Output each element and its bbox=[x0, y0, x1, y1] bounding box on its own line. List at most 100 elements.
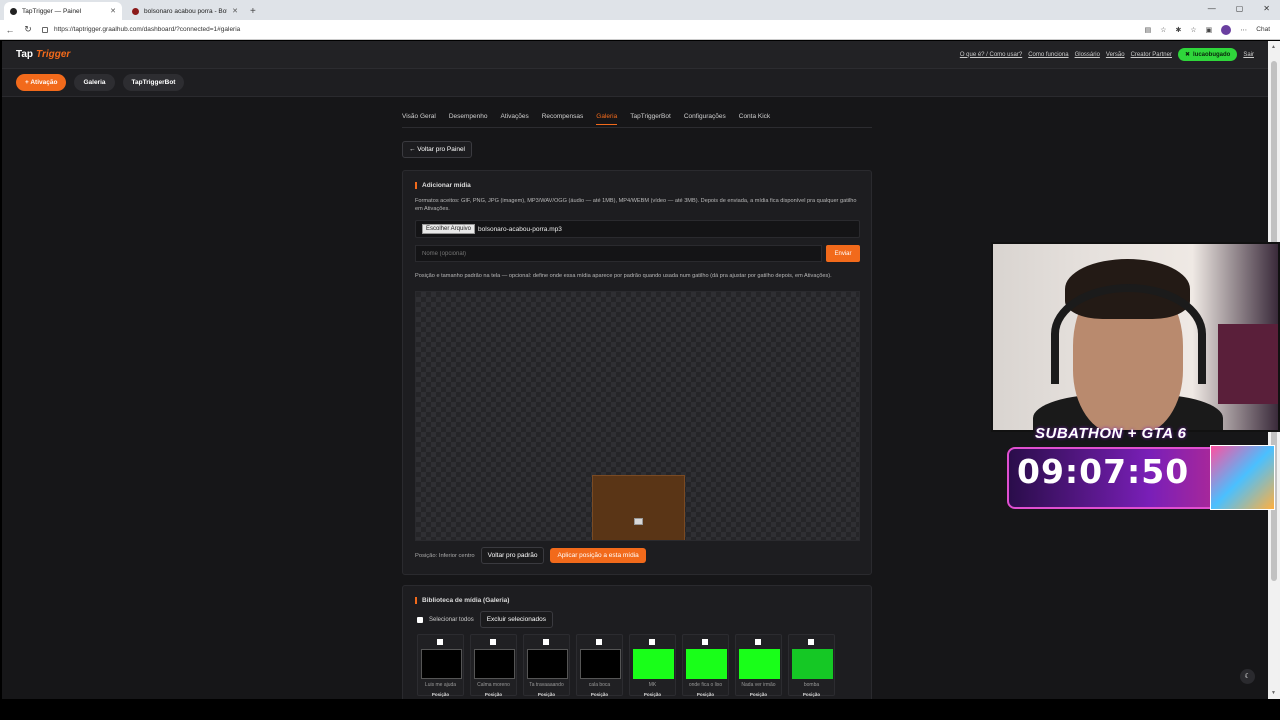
media-item[interactable]: Calma moreno Posição bbox=[470, 634, 517, 697]
media-checkbox[interactable] bbox=[490, 639, 496, 645]
media-checkbox[interactable] bbox=[649, 639, 655, 645]
media-checkbox[interactable] bbox=[755, 639, 761, 645]
link-what-is[interactable]: O que é? / Como usar? bbox=[960, 52, 1022, 58]
link-glossary[interactable]: Glossário bbox=[1075, 52, 1100, 58]
media-name: Nada ver irmão bbox=[741, 682, 776, 688]
chat-button[interactable]: Chat bbox=[1256, 26, 1270, 33]
site-header: Tap Trigger O que é? / Como usar? Como fu… bbox=[2, 41, 1268, 69]
media-item[interactable]: bomba Posição bbox=[788, 634, 835, 697]
back-arrow-icon[interactable]: ← bbox=[2, 25, 18, 35]
favorites-icon[interactable]: ☆ bbox=[1190, 26, 1196, 34]
site-info-icon[interactable] bbox=[42, 26, 48, 33]
media-item[interactable]: MK Posição bbox=[629, 634, 676, 697]
media-item[interactable]: cala boca Posição bbox=[576, 634, 623, 697]
link-version[interactable]: Versão bbox=[1106, 52, 1125, 58]
profile-avatar[interactable] bbox=[1221, 24, 1232, 35]
tab-settings[interactable]: Configurações bbox=[684, 113, 726, 125]
select-all-checkbox[interactable] bbox=[417, 616, 423, 623]
close-tab-icon[interactable]: ✕ bbox=[232, 7, 238, 15]
media-thumbnail bbox=[580, 649, 621, 679]
reload-icon[interactable]: ↻ bbox=[20, 24, 36, 35]
moon-icon[interactable]: ☾ bbox=[1240, 669, 1255, 684]
media-thumbnail bbox=[739, 649, 780, 679]
link-creator-partner[interactable]: Creator Partner bbox=[1131, 52, 1172, 58]
media-name: onde fica o lixo bbox=[688, 682, 723, 688]
menu-icon[interactable]: ⋯ bbox=[1240, 26, 1247, 34]
add-media-card: Adicionar mídia Formatos aceitos: GIF, P… bbox=[402, 170, 872, 575]
media-item[interactable]: Nada ver irmão Posição bbox=[735, 634, 782, 697]
collections-icon[interactable]: ▣ bbox=[1206, 26, 1213, 34]
media-thumbnail bbox=[527, 649, 568, 679]
bot-button[interactable]: TapTriggerBot bbox=[122, 74, 185, 91]
tab-overview[interactable]: Visão Geral bbox=[402, 113, 436, 125]
extensions-icon[interactable]: ✱ bbox=[1175, 26, 1181, 34]
reader-icon[interactable]: ▤ bbox=[1145, 26, 1152, 34]
tab-title: bolsonaro acabou porra - Botão d bbox=[144, 7, 227, 15]
delete-selected-button[interactable]: Excluir selecionados bbox=[479, 611, 553, 628]
media-item[interactable]: Ta travaaaando Posição bbox=[523, 634, 570, 697]
position-description: Posição e tamanho padrão na tela — opcio… bbox=[415, 273, 832, 279]
url-field[interactable]: https://taptrigger.graalhub.com/dashboar… bbox=[42, 26, 1145, 33]
selected-file-name: bolsonaro-acabou-porra.mp3 bbox=[478, 225, 562, 233]
logout-link[interactable]: Sair bbox=[1243, 52, 1254, 58]
media-item[interactable]: onde fica o lixo Posição bbox=[682, 634, 729, 697]
logo-part-a: Tap bbox=[16, 49, 34, 60]
media-position-box[interactable] bbox=[592, 475, 685, 540]
gallery-button[interactable]: Galeria bbox=[74, 74, 115, 91]
media-name: bomba bbox=[803, 682, 820, 688]
name-row: Enviar bbox=[415, 245, 860, 262]
tab-title: TapTrigger — Painel bbox=[22, 7, 82, 15]
apply-position-button[interactable]: Aplicar posição a esta mídia bbox=[550, 548, 646, 563]
site-logo[interactable]: Tap Trigger bbox=[16, 49, 70, 60]
media-position-tag: Posição bbox=[537, 692, 556, 697]
select-all-label: Selecionar todos bbox=[429, 616, 474, 623]
star-icon[interactable]: ☆ bbox=[1160, 26, 1166, 34]
image-placeholder-icon bbox=[634, 518, 643, 525]
tab-activations[interactable]: Ativações bbox=[501, 113, 529, 125]
link-how-it-works[interactable]: Como funciona bbox=[1028, 52, 1068, 58]
media-position-tag: Posição bbox=[696, 692, 715, 697]
position-preview-canvas[interactable] bbox=[415, 291, 860, 541]
media-checkbox[interactable] bbox=[702, 639, 708, 645]
scroll-down-icon[interactable]: ▼ bbox=[1271, 690, 1276, 696]
new-activation-button[interactable]: + Ativação bbox=[16, 74, 67, 91]
media-checkbox[interactable] bbox=[596, 639, 602, 645]
file-picker[interactable]: Escolher Arquivo bolsonaro-acabou-porra.… bbox=[415, 220, 860, 238]
media-checkbox[interactable] bbox=[808, 639, 814, 645]
user-badge[interactable]: ✖ lucaobugado bbox=[1177, 48, 1238, 61]
user-name: lucaobugado bbox=[1192, 51, 1231, 58]
reset-position-button[interactable]: Voltar pro padrão bbox=[480, 547, 545, 564]
media-library-card: Biblioteca de mídia (Galeria) Selecionar… bbox=[402, 585, 872, 699]
minimize-icon[interactable]: — bbox=[1208, 4, 1216, 13]
subathon-title: SUBATHON + GTA 6 bbox=[1035, 425, 1187, 442]
browser-tools: ▤ ☆ ✱ ☆ ▣ ⋯ Chat bbox=[1145, 24, 1270, 35]
tab-gallery[interactable]: Galeria bbox=[596, 113, 618, 125]
media-name: Ta travaaaando bbox=[529, 682, 564, 688]
media-name-input[interactable] bbox=[415, 245, 822, 262]
media-name: Calma moreno bbox=[477, 682, 510, 688]
headset-icon bbox=[1051, 284, 1206, 384]
choose-file-button[interactable]: Escolher Arquivo bbox=[422, 224, 476, 234]
media-checkbox[interactable] bbox=[543, 639, 549, 645]
new-tab-icon[interactable]: + bbox=[250, 6, 256, 17]
close-tab-icon[interactable]: ✕ bbox=[110, 7, 116, 15]
media-checkbox[interactable] bbox=[437, 639, 443, 645]
tab-kick-account[interactable]: Conta Kick bbox=[739, 113, 770, 125]
webcam-overlay bbox=[991, 242, 1280, 432]
maximize-icon[interactable]: ▢ bbox=[1236, 4, 1244, 13]
background-shelf bbox=[1218, 324, 1278, 404]
tab-rewards[interactable]: Recompensas bbox=[542, 113, 584, 125]
browser-tab-2[interactable]: bolsonaro acabou porra - Botão d ✕ bbox=[126, 2, 244, 20]
formats-description: Formatos aceitos: GIF, PNG, JPG (imagem)… bbox=[415, 198, 857, 212]
tab-bot[interactable]: TapTriggerBot bbox=[630, 113, 671, 125]
media-thumbnail bbox=[474, 649, 515, 679]
media-item[interactable]: Luis me ajuda Posição bbox=[417, 634, 464, 697]
send-button[interactable]: Enviar bbox=[826, 245, 860, 262]
tab-performance[interactable]: Desempenho bbox=[449, 113, 488, 125]
close-window-icon[interactable]: ✕ bbox=[1263, 4, 1270, 13]
browser-tabstrip: TapTrigger — Painel ✕ bolsonaro acabou p… bbox=[0, 0, 1280, 20]
back-to-dashboard-button[interactable]: ← Voltar pro Painel bbox=[402, 141, 473, 158]
subathon-timer-overlay: SUBATHON + GTA 6 09:07:50 bbox=[1007, 425, 1277, 510]
browser-tab-1[interactable]: TapTrigger — Painel ✕ bbox=[4, 2, 122, 20]
scroll-up-icon[interactable]: ▲ bbox=[1271, 44, 1276, 50]
